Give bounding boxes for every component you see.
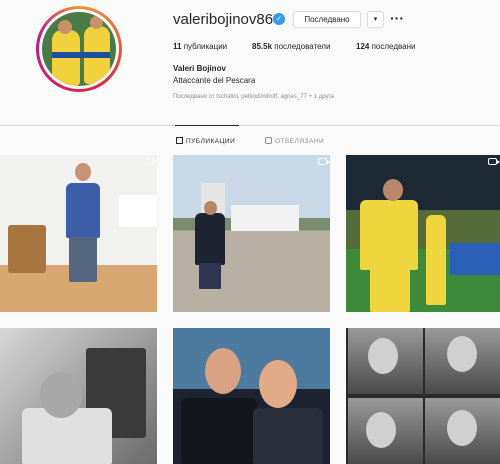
- posts-count: 11 публикации: [173, 42, 228, 51]
- followed-by[interactable]: Последвано от tschalini, petkodimitroff,…: [173, 94, 334, 100]
- divider: [0, 125, 500, 126]
- video-icon: [145, 158, 157, 165]
- chevron-down-icon[interactable]: ▾: [367, 11, 384, 28]
- more-options-icon[interactable]: ···: [390, 10, 404, 26]
- bio: Attaccante del Pescara: [173, 76, 256, 85]
- post-tile[interactable]: [346, 155, 500, 312]
- avatar[interactable]: [39, 9, 119, 89]
- post-tile[interactable]: [0, 155, 157, 312]
- post-tile[interactable]: [173, 328, 330, 464]
- active-tab-indicator: [175, 125, 239, 126]
- grid-icon: [176, 137, 183, 144]
- username: valeribojinov86: [173, 11, 274, 28]
- followers-count[interactable]: 85.5k последователи: [252, 42, 330, 51]
- tagged-icon: [265, 137, 272, 144]
- tab-tagged[interactable]: ОТБЕЛЯЗАНИ: [265, 137, 324, 145]
- avatar-story-ring[interactable]: [36, 6, 122, 92]
- post-tile[interactable]: [0, 328, 157, 464]
- video-icon: [318, 158, 330, 165]
- verified-badge-icon: ✓: [273, 13, 285, 25]
- post-tile[interactable]: [346, 328, 500, 464]
- tab-posts[interactable]: ПУБЛИКАЦИИ: [176, 137, 235, 145]
- full-name: Valeri Bojinov: [173, 64, 226, 73]
- following-button[interactable]: Последвано: [293, 11, 361, 28]
- post-tile[interactable]: [173, 155, 330, 312]
- video-icon: [488, 158, 500, 165]
- following-count[interactable]: 124 последвани: [356, 42, 415, 51]
